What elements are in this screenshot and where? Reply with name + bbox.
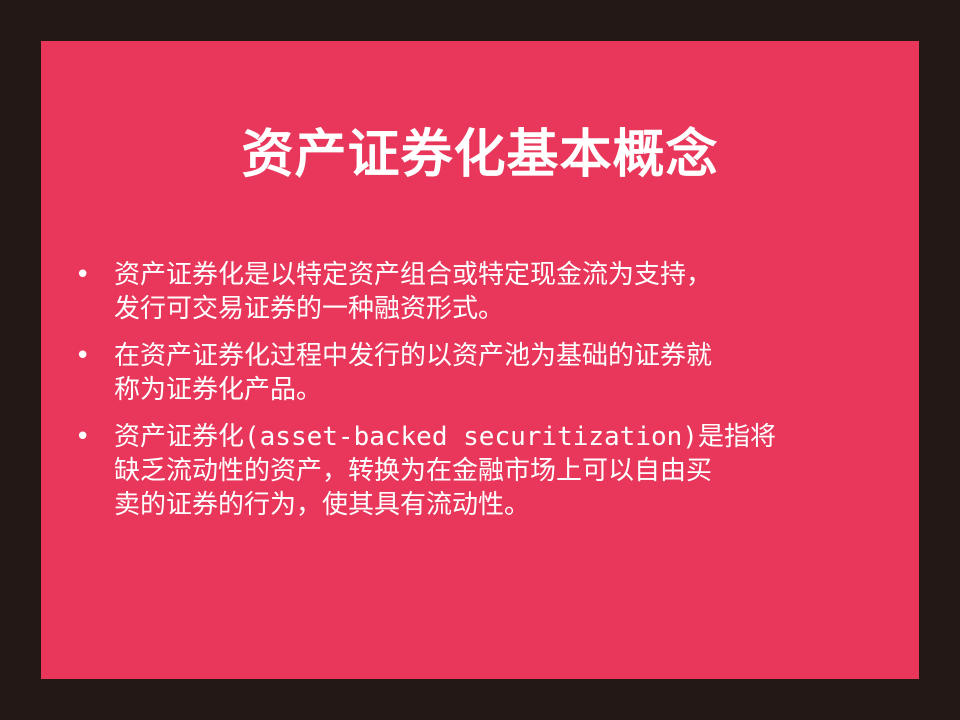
bullet-list: • 资产证券化是以特定资产组合或特定现金流为支持， 发行可交易证券的一种融资形式… [75,258,895,535]
bullet-dot-icon: • [75,341,91,371]
bullet-text-line: 资产证券化是以特定资产组合或特定现金流为支持， [114,260,713,290]
bullet-item: • 在资产证券化过程中发行的以资产池为基础的证券就 称为证券化产品。 [75,339,895,407]
bullet-item: • 资产证券化(asset-backed securitization)是指将 … [75,420,895,522]
bullet-text-line: 发行可交易证券的一种融资形式。 [114,294,505,324]
bullet-text-line: 在资产证券化过程中发行的以资产池为基础的证券就 [114,341,713,371]
slide: 资产证券化基本概念 • 资产证券化是以特定资产组合或特定现金流为支持， 发行可交… [41,41,919,679]
bullet-text-line: 缺乏流动性的资产，转换为在金融市场上可以自由买 [114,456,713,486]
bullet-dot-icon: • [75,422,91,452]
bullet-text-line: 称为证券化产品。 [114,375,323,405]
bullet-text-line: 卖的证券的行为，使其具有流动性。 [114,490,531,520]
bullet-item: • 资产证券化是以特定资产组合或特定现金流为支持， 发行可交易证券的一种融资形式… [75,258,895,326]
slide-title: 资产证券化基本概念 [241,125,719,185]
bullet-text-line: 资产证券化(asset-backed securitization)是指将 [114,422,776,452]
bullet-dot-icon: • [75,260,91,290]
